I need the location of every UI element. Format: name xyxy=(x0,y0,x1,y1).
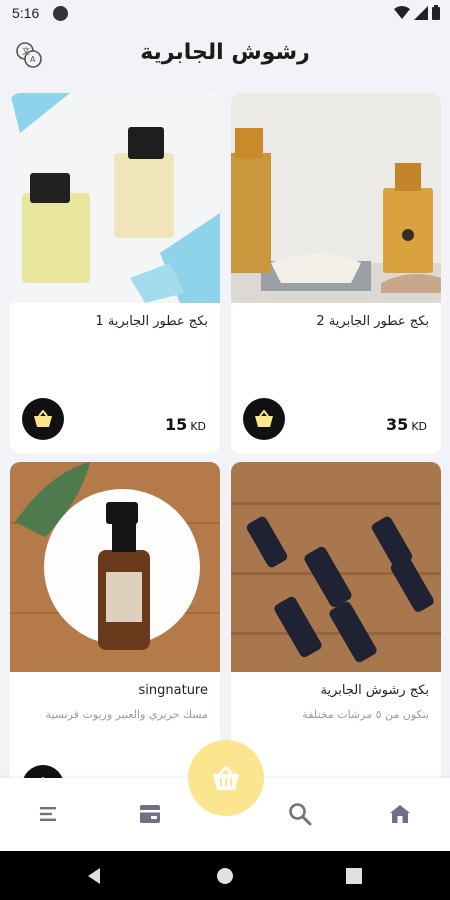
product-name: singnature xyxy=(138,683,208,698)
basket-icon xyxy=(255,410,273,427)
product-description: يتكون من ٥ مرشات مختلفة xyxy=(302,708,429,721)
product-name: بكج رشوش الجابرية xyxy=(320,683,429,698)
product-price: 15 KD xyxy=(165,415,206,434)
price-currency: KD xyxy=(411,420,427,433)
price-value: 15 xyxy=(165,415,188,434)
cart-fab-button[interactable] xyxy=(188,740,264,816)
product-price: 35 KD xyxy=(386,415,427,434)
home-circle-icon[interactable] xyxy=(216,867,234,885)
product-image xyxy=(231,462,441,672)
app-bar: 文 A رشوش الجابرية xyxy=(0,28,450,86)
home-icon[interactable] xyxy=(384,798,416,830)
product-card[interactable]: بكج عطور الجابرية 1 15 KD xyxy=(10,93,220,453)
price-value: 35 xyxy=(386,415,409,434)
product-image xyxy=(10,462,220,672)
status-time: 5:16 xyxy=(12,5,40,21)
status-bar: 5:16 xyxy=(0,0,450,28)
product-name: بكج عطور الجابرية 2 xyxy=(316,314,429,329)
battery-icon xyxy=(432,5,440,20)
cellular-icon xyxy=(414,5,428,20)
menu-icon[interactable] xyxy=(34,798,66,830)
back-icon[interactable] xyxy=(86,867,102,885)
price-currency: KD xyxy=(190,420,206,433)
system-navigation-bar xyxy=(0,851,450,900)
recents-icon[interactable] xyxy=(346,868,362,884)
product-image xyxy=(231,93,441,303)
product-card[interactable]: singnature مسك حريري والعنبر وزيوت فرنسي… xyxy=(10,462,220,783)
basket-icon xyxy=(34,410,52,427)
basket-icon xyxy=(213,765,239,790)
product-image xyxy=(10,93,220,303)
product-card[interactable]: بكج عطور الجابرية 2 35 KD xyxy=(231,93,441,453)
add-to-cart-button[interactable] xyxy=(243,398,285,440)
categories-icon[interactable] xyxy=(134,798,166,830)
product-card[interactable]: بكج رشوش الجابرية يتكون من ٥ مرشات مختلف… xyxy=(231,462,441,783)
page-title: رشوش الجابرية xyxy=(140,40,310,65)
product-grid[interactable]: بكج عطور الجابرية 2 35 KD بكج عطور الجاب… xyxy=(10,93,441,783)
search-icon[interactable] xyxy=(284,798,316,830)
add-to-cart-button[interactable] xyxy=(22,398,64,440)
wifi-icon xyxy=(394,5,410,19)
product-name: بكج عطور الجابرية 1 xyxy=(95,314,208,329)
app-notification-icon xyxy=(53,6,68,21)
product-description: مسك حريري والعنبر وزيوت فرنسية xyxy=(45,708,208,721)
